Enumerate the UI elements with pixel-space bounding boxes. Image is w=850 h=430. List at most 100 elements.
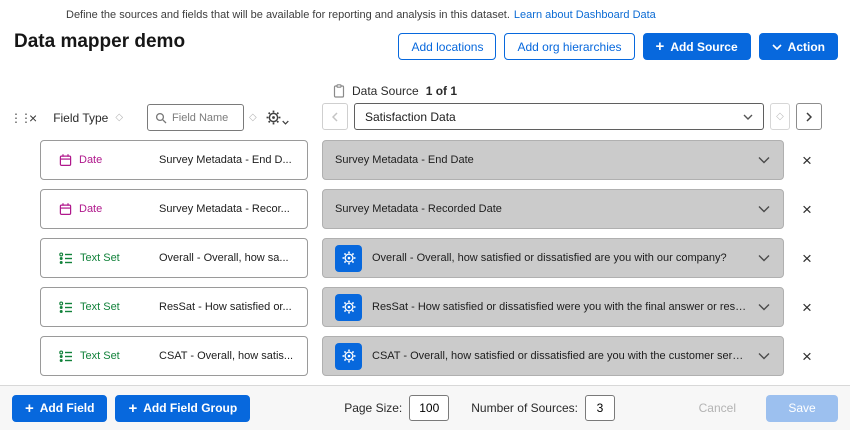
close-icon: ×	[802, 250, 812, 267]
field-card[interactable]: Text Set CSAT - Overall, how satis...	[40, 336, 308, 376]
save-button[interactable]: Save	[766, 395, 838, 422]
add-org-hierarchies-button[interactable]: Add org hierarchies	[504, 33, 634, 60]
search-icon	[155, 112, 167, 124]
dataset-description-text: Define the sources and fields that will …	[66, 9, 510, 21]
field-type-label: Text Set	[80, 301, 120, 313]
field-name-label: Survey Metadata - Recor...	[159, 203, 299, 215]
field-settings-button[interactable]	[335, 294, 362, 321]
chevron-right-icon	[806, 112, 812, 122]
chevron-down-icon	[743, 114, 753, 120]
field-column-header: ⋮⋮ × Field Type ◇ ◇	[10, 104, 289, 131]
field-name-sort-icon[interactable]: ◇	[249, 112, 257, 123]
source-sort-icon[interactable]: ◇	[770, 103, 790, 130]
footer-bar: + Add Field + Add Field Group Page Size:…	[0, 385, 850, 430]
field-name-label: Survey Metadata - End D...	[159, 154, 299, 166]
chevron-down-icon	[758, 304, 770, 311]
add-source-button[interactable]: + Add Source	[643, 33, 751, 60]
learn-about-dashboard-data-link[interactable]: Learn about Dashboard Data	[514, 9, 656, 21]
gear-icon	[266, 110, 281, 125]
field-type-sort-icon[interactable]: ◇	[115, 112, 123, 123]
chevron-left-icon	[332, 112, 338, 122]
cancel-button[interactable]: Cancel	[699, 401, 736, 415]
number-of-sources-input[interactable]	[585, 395, 615, 421]
mapped-field-label: Survey Metadata - Recorded Date	[335, 203, 502, 215]
mapped-field-dropdown[interactable]: Survey Metadata - Recorded Date	[322, 189, 784, 229]
action-label: Action	[788, 40, 825, 54]
field-row: Text Set Overall - Overall, how sa...	[0, 238, 850, 278]
add-locations-button[interactable]: Add locations	[398, 33, 496, 60]
gear-icon	[342, 300, 356, 314]
text-set-icon	[59, 252, 73, 265]
action-button[interactable]: Action	[759, 33, 838, 60]
remove-field-button[interactable]: ×	[796, 198, 818, 220]
mapped-field-dropdown[interactable]: ResSat - How satisfied or dissatisfied w…	[322, 287, 784, 327]
column-settings-button[interactable]	[266, 110, 289, 125]
header-actions: Add locations Add org hierarchies + Add …	[398, 33, 838, 60]
drag-handle-icon[interactable]: ⋮⋮	[10, 111, 22, 125]
field-card[interactable]: Text Set ResSat - How satisfied or...	[40, 287, 308, 327]
field-rows: Date Survey Metadata - End D... Survey M…	[0, 140, 850, 385]
add-field-label: Add Field	[40, 401, 95, 415]
close-icon: ×	[802, 201, 812, 218]
field-name-label: CSAT - Overall, how satis...	[159, 350, 299, 362]
page-size-input[interactable]	[409, 395, 449, 421]
add-locations-label: Add locations	[411, 40, 483, 54]
field-name-label: Overall - Overall, how sa...	[159, 252, 299, 264]
close-icon: ×	[802, 299, 812, 316]
add-org-hierarchies-label: Add org hierarchies	[517, 40, 621, 54]
field-settings-button[interactable]	[335, 245, 362, 272]
field-row: Date Survey Metadata - Recor... Survey M…	[0, 189, 850, 229]
data-mapper-page: Define the sources and fields that will …	[0, 0, 850, 430]
add-source-label: Add Source	[670, 40, 737, 54]
mapped-field-label: Survey Metadata - End Date	[335, 154, 474, 166]
dataset-description: Define the sources and fields that will …	[66, 9, 656, 21]
page-title: Data mapper demo	[14, 31, 185, 53]
plus-icon: +	[128, 401, 137, 416]
text-set-icon	[59, 350, 73, 363]
mapped-field-dropdown[interactable]: Survey Metadata - End Date	[322, 140, 784, 180]
clipboard-icon	[333, 84, 345, 98]
chevron-down-icon	[758, 255, 770, 262]
chevron-down-icon	[772, 44, 782, 50]
clear-column-button[interactable]: ×	[29, 111, 37, 125]
remove-field-button[interactable]: ×	[796, 149, 818, 171]
calendar-icon	[59, 202, 72, 216]
mapped-field-label: Overall - Overall, how satisfied or diss…	[372, 252, 727, 264]
page-size-label: Page Size:	[344, 401, 402, 415]
field-name-search-input[interactable]	[172, 112, 234, 124]
add-field-button[interactable]: + Add Field	[12, 395, 107, 422]
data-source-header: Data Source 1 of 1	[333, 84, 457, 98]
field-type: Text Set	[59, 252, 159, 265]
remove-field-button[interactable]: ×	[796, 345, 818, 367]
field-type: Date	[59, 202, 159, 216]
chevron-down-icon	[758, 206, 770, 213]
close-icon: ×	[29, 110, 37, 126]
data-source-nav: Satisfaction Data ◇	[322, 103, 822, 130]
close-icon: ×	[802, 348, 812, 365]
add-field-group-label: Add Field Group	[143, 401, 237, 415]
add-field-group-button[interactable]: + Add Field Group	[115, 395, 250, 422]
chevron-down-icon	[758, 157, 770, 164]
selected-source-label: Satisfaction Data	[365, 110, 456, 124]
mapped-field-label: ResSat - How satisfied or dissatisfied w…	[372, 301, 747, 313]
field-type: Text Set	[59, 301, 159, 314]
field-row: Date Survey Metadata - End D... Survey M…	[0, 140, 850, 180]
field-settings-button[interactable]	[335, 343, 362, 370]
field-name-search	[147, 104, 244, 131]
mapped-field-dropdown[interactable]: Overall - Overall, how satisfied or diss…	[322, 238, 784, 278]
previous-source-button[interactable]	[322, 103, 348, 130]
field-type: Text Set	[59, 350, 159, 363]
field-card[interactable]: Date Survey Metadata - End D...	[40, 140, 308, 180]
mapped-field-label: CSAT - Overall, how satisfied or dissati…	[372, 350, 747, 362]
text-set-icon	[59, 301, 73, 314]
data-source-select[interactable]: Satisfaction Data	[354, 103, 764, 130]
remove-field-button[interactable]: ×	[796, 296, 818, 318]
mapped-field-dropdown[interactable]: CSAT - Overall, how satisfied or dissati…	[322, 336, 784, 376]
chevron-down-icon	[758, 353, 770, 360]
calendar-icon	[59, 153, 72, 167]
next-source-button[interactable]	[796, 103, 822, 130]
remove-field-button[interactable]: ×	[796, 247, 818, 269]
field-card[interactable]: Date Survey Metadata - Recor...	[40, 189, 308, 229]
field-type-label: Text Set	[80, 350, 120, 362]
field-card[interactable]: Text Set Overall - Overall, how sa...	[40, 238, 308, 278]
